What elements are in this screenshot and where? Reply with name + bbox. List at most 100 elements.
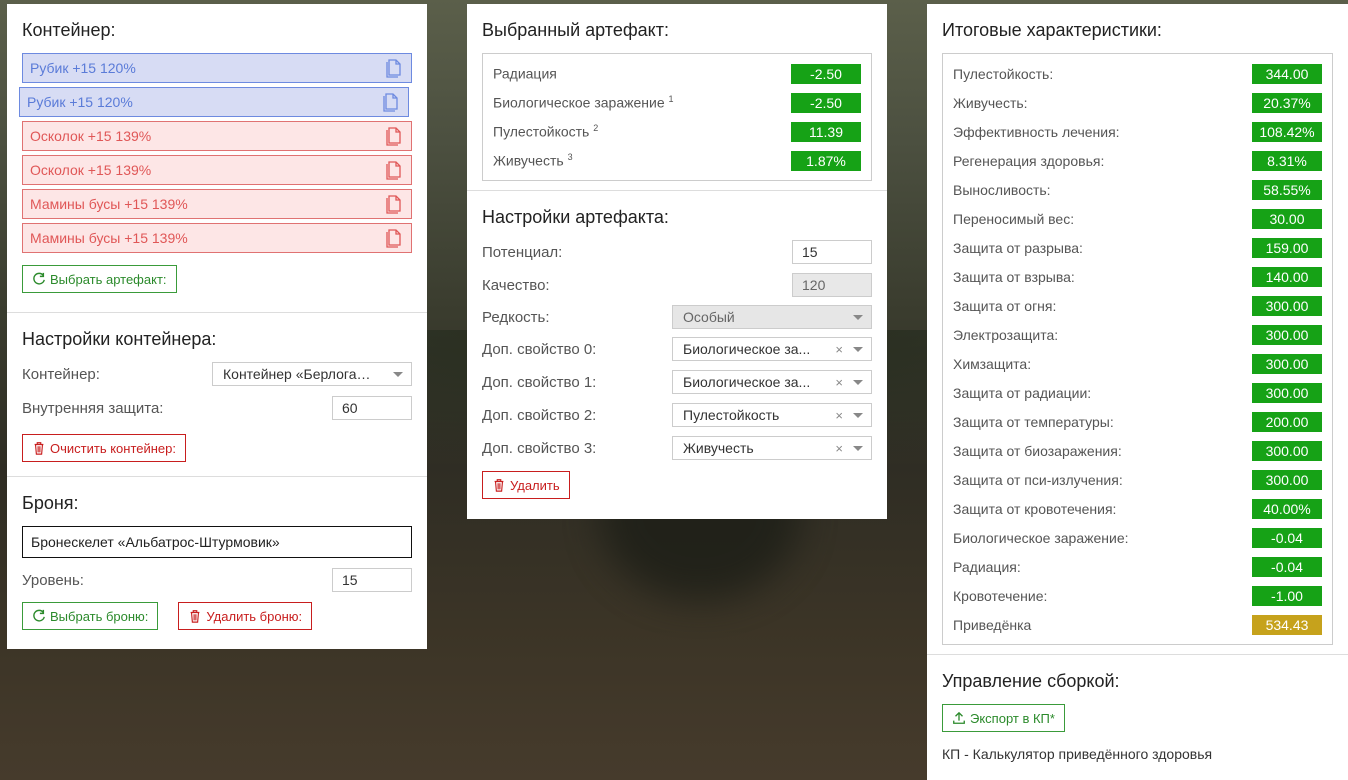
clear-icon[interactable]: ×	[835, 441, 843, 456]
chevron-down-icon	[853, 379, 863, 385]
prop-label: Доп. свойство 1:	[482, 373, 597, 391]
artifact-stat-value: 11.39	[791, 121, 861, 142]
total-stat-value: 140.00	[1252, 266, 1322, 287]
clear-container-button[interactable]: Очистить контейнер:	[22, 434, 186, 462]
select-artifact-button[interactable]: Выбрать артефакт:	[22, 265, 177, 293]
prop-select[interactable]: Живучесть ×	[672, 436, 872, 460]
total-stat-value: 344.00	[1252, 63, 1322, 84]
total-stat-label: Защита от кровотечения:	[953, 500, 1117, 517]
chevron-down-icon	[853, 445, 863, 451]
chevron-down-icon	[853, 346, 863, 352]
total-stat-value: 300.00	[1252, 440, 1322, 461]
delete-artifact-button[interactable]: Удалить	[482, 471, 570, 499]
total-stat-label: Выносливость:	[953, 181, 1051, 198]
trash-icon	[494, 479, 504, 492]
container-label: Контейнер:	[22, 365, 100, 383]
prop-label: Доп. свойство 2:	[482, 406, 597, 424]
select-artifact-label: Выбрать артефакт:	[50, 271, 167, 287]
potential-input[interactable]	[792, 240, 872, 264]
container-item[interactable]: Рубик +15 120%	[22, 53, 412, 83]
copy-icon[interactable]	[383, 227, 405, 249]
container-item-label: Мамины бусы +15 139%	[30, 230, 188, 246]
total-stat-label: Защита от огня:	[953, 297, 1057, 314]
armor-level-input[interactable]	[332, 568, 412, 592]
container-item-label: Рубик +15 120%	[30, 60, 136, 76]
inner-protection-label: Внутренняя защита:	[22, 399, 164, 417]
prop-row: Доп. свойство 3: Живучесть ×	[482, 436, 872, 460]
total-stat-label: Радиация:	[953, 558, 1021, 575]
total-stat-row: Живучесть: 20.37%	[953, 88, 1322, 117]
artifact-stat-value: -2.50	[791, 63, 861, 84]
export-button[interactable]: Экспорт в КП*	[942, 704, 1065, 732]
total-stat-value: 300.00	[1252, 469, 1322, 490]
delete-armor-button[interactable]: Удалить броню:	[178, 602, 313, 630]
artifact-stat-row: Пулестойкость 2 11.39	[493, 117, 861, 146]
copy-icon[interactable]	[383, 57, 405, 79]
total-stat-label: Кровотечение:	[953, 587, 1048, 604]
container-select[interactable]: Контейнер «Берлога…	[212, 362, 412, 386]
prop-select[interactable]: Биологическое за... ×	[672, 370, 872, 394]
clear-icon[interactable]: ×	[835, 342, 843, 357]
selected-artifact-stats: Радиация -2.50 Биологическое заражение 1 -…	[482, 53, 872, 181]
total-stat-value: 200.00	[1252, 411, 1322, 432]
prop-select-value: Пулестойкость	[683, 407, 780, 423]
prop-label: Доп. свойство 0:	[482, 340, 597, 358]
container-item[interactable]: Осколок +15 139%	[22, 121, 412, 151]
delete-artifact-label: Удалить	[510, 477, 560, 493]
quality-input	[792, 273, 872, 297]
potential-label: Потенциал:	[482, 243, 563, 261]
artifact-stat-row: Живучесть 3 1.87%	[493, 146, 861, 175]
total-stat-row: Приведёнка 534.43	[953, 610, 1322, 639]
totals-section: Итоговые характеристики: Пулестойкость: 3…	[927, 4, 1348, 655]
copy-icon[interactable]	[383, 159, 405, 181]
armor-field[interactable]: Бронескелет «Альбатрос-Штурмовик»	[22, 526, 412, 558]
middle-panel: Выбранный артефакт: Радиация -2.50 Биолог…	[467, 4, 887, 519]
container-select-value: Контейнер «Берлога…	[223, 366, 371, 382]
total-stat-label: Защита от радиации:	[953, 384, 1092, 401]
total-stat-row: Кровотечение: -1.00	[953, 581, 1322, 610]
select-armor-label: Выбрать броню:	[50, 608, 149, 624]
artifact-stat-sup: 2	[593, 123, 599, 134]
artifact-stat-name: Пулестойкость	[493, 123, 590, 140]
total-stat-value: 159.00	[1252, 237, 1322, 258]
total-stat-row: Пулестойкость: 344.00	[953, 59, 1322, 88]
container-title: Контейнер:	[22, 20, 116, 40]
rarity-select: Особый	[672, 305, 872, 329]
container-section: Контейнер: Рубик +15 120% Рубик +15 120% О…	[7, 4, 427, 313]
clear-icon[interactable]: ×	[835, 375, 843, 390]
container-item[interactable]: Рубик +15 120%	[19, 87, 409, 117]
artifact-stat-value: 1.87%	[791, 150, 861, 171]
copy-icon[interactable]	[380, 91, 402, 113]
artifact-stat-name: Биологическое заражение	[493, 94, 665, 111]
build-note: КП - Калькулятор приведённого здоровья	[942, 746, 1213, 762]
container-item[interactable]: Мамины бусы +15 139%	[22, 189, 412, 219]
refresh-icon	[33, 272, 45, 285]
chevron-down-icon	[853, 412, 863, 418]
prop-select[interactable]: Биологическое за... ×	[672, 337, 872, 361]
artifact-stat-value: -2.50	[791, 92, 861, 113]
container-settings-section: Настройки контейнера: Контейнер: Контейн…	[7, 313, 427, 477]
total-stat-row: Защита от радиации: 300.00	[953, 378, 1322, 407]
container-item-label: Осколок +15 139%	[30, 162, 152, 178]
artifact-stat-label: Пулестойкость 2	[493, 123, 598, 140]
container-item-label: Осколок +15 139%	[30, 128, 152, 144]
container-item[interactable]: Мамины бусы +15 139%	[22, 223, 412, 253]
total-stat-label: Пулестойкость:	[953, 65, 1054, 82]
prop-label: Доп. свойство 3:	[482, 439, 597, 457]
trash-icon	[34, 442, 44, 455]
inner-protection-input[interactable]	[332, 396, 412, 420]
clear-icon[interactable]: ×	[835, 408, 843, 423]
right-panel: Итоговые характеристики: Пулестойкость: 3…	[927, 4, 1348, 780]
container-item[interactable]: Осколок +15 139%	[22, 155, 412, 185]
select-armor-button[interactable]: Выбрать броню:	[22, 602, 159, 630]
prop-select[interactable]: Пулестойкость ×	[672, 403, 872, 427]
container-list: Рубик +15 120% Рубик +15 120% Осколок +15 …	[19, 53, 412, 253]
artifact-settings-title: Настройки артефакта:	[482, 207, 669, 227]
total-stat-value: 8.31%	[1252, 150, 1322, 171]
copy-icon[interactable]	[383, 193, 405, 215]
total-stat-value: 20.37%	[1252, 92, 1322, 113]
total-stat-row: Защита от разрыва: 159.00	[953, 233, 1322, 262]
total-stat-value: 534.43	[1252, 614, 1322, 635]
artifact-settings-section: Настройки артефакта: Потенциал: Качество…	[467, 191, 887, 515]
copy-icon[interactable]	[383, 125, 405, 147]
